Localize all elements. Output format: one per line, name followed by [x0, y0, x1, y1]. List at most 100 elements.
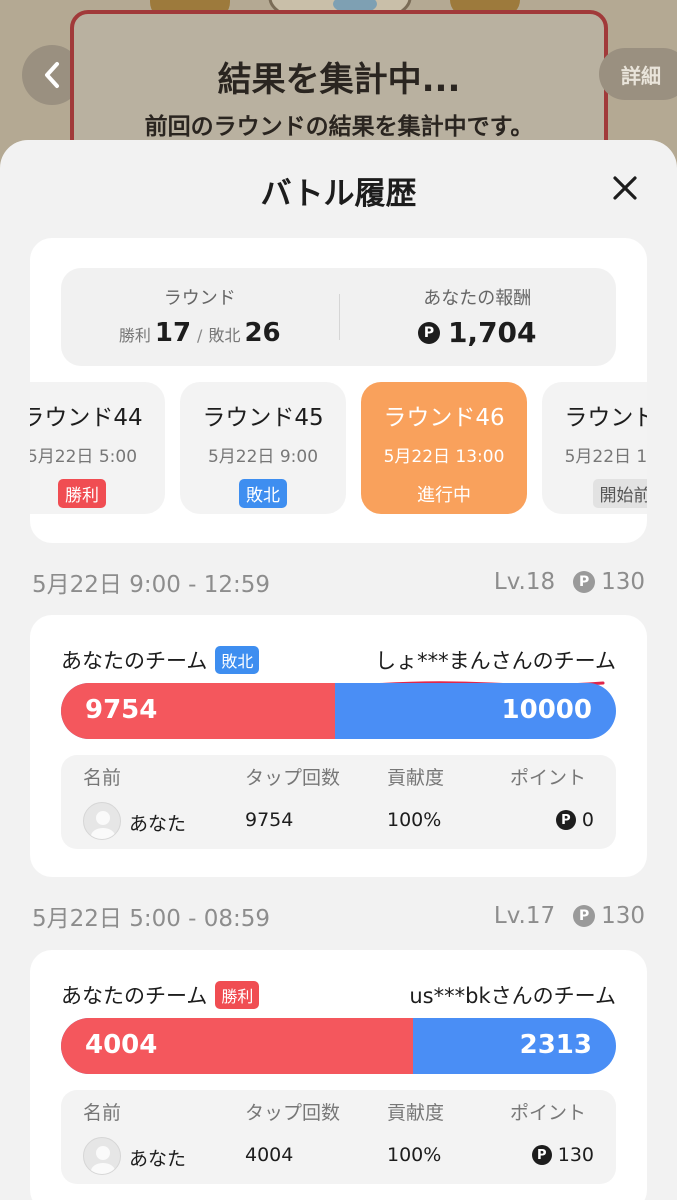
teams-row: あなたのチーム 勝利 us***bkさんのチーム	[61, 980, 616, 1010]
my-score: 4004	[85, 1030, 158, 1060]
point-coin-icon: P	[573, 905, 596, 927]
round-status-badge: 勝利	[58, 479, 106, 508]
column-header: ポイント	[510, 767, 587, 789]
battle-history-sheet: バトル履歴 ラウンド 勝利 17 / 敗北 26 あなたの報酬 P 1,704 …	[0, 140, 677, 1200]
battle-card: あなたのチーム 敗北 しょ***まんさんのチーム 9754 10000 名前 タ…	[30, 615, 647, 877]
reward-row: P 1,704	[339, 316, 617, 349]
stats-box: ラウンド 勝利 17 / 敗北 26 あなたの報酬 P 1,704	[61, 268, 616, 366]
user-silhouette-icon	[91, 811, 115, 839]
record-separator: /	[197, 326, 203, 345]
column-header: タップ回数	[245, 1102, 341, 1124]
battle-level: Lv.18	[493, 569, 556, 595]
round-name: ラウンド47	[564, 405, 647, 431]
battle-points: P 130	[573, 569, 645, 595]
chevron-left-icon	[45, 62, 59, 88]
my-team-label: あなたのチーム	[61, 649, 208, 673]
sheet-title: バトル履歴	[260, 176, 417, 212]
member-taps: 9754	[245, 809, 294, 831]
round-status-badge: 開始前	[592, 479, 647, 508]
round-name: ラウンド45	[202, 405, 324, 431]
member-name: あなた	[129, 1148, 187, 1170]
teams-row: あなたのチーム 敗北 しょ***まんさんのチーム	[61, 645, 616, 687]
detail-button[interactable]: 詳細	[599, 48, 677, 100]
round-date: 5月22日 5:00	[30, 447, 138, 467]
round-status-badge: 進行中	[417, 485, 471, 506]
battle-header: 5月22日 5:00 - 08:59 Lv.17 P 130	[32, 898, 645, 934]
lose-label: 敗北	[208, 326, 241, 345]
battle-level: Lv.17	[493, 903, 556, 929]
my-team-label: あなたのチーム	[61, 984, 208, 1008]
battle-card: あなたのチーム 勝利 us***bkさんのチーム 4004 2313 名前 タッ…	[30, 950, 647, 1200]
round-status-badge: 敗北	[239, 479, 287, 508]
column-header: 名前	[83, 767, 122, 789]
result-badge: 敗北	[215, 646, 260, 674]
win-lose-record: 勝利 17 / 敗北 26	[61, 318, 339, 348]
my-team: あなたのチーム 敗北	[61, 645, 260, 675]
opponent-score: 2313	[519, 1030, 592, 1060]
opponent-team: しょ***まんさんのチーム	[371, 645, 616, 687]
point-coin-icon: P	[531, 1145, 552, 1165]
reward-summary: あなたの報酬 P 1,704	[338, 268, 617, 366]
summary-card: ラウンド 勝利 17 / 敗北 26 あなたの報酬 P 1,704 ラウンド44…	[30, 238, 647, 543]
lose-count: 26	[244, 318, 281, 348]
sheet-header: バトル履歴	[0, 140, 677, 236]
member-points-value: 130	[557, 1144, 594, 1166]
avatar	[83, 1137, 121, 1175]
member-contribution: 100%	[387, 1144, 442, 1166]
my-score: 9754	[85, 695, 158, 725]
win-label: 勝利	[118, 326, 151, 345]
close-button[interactable]	[607, 170, 643, 206]
battle-points-value: 130	[601, 903, 645, 929]
round-card-46[interactable]: ラウンド46 5月22日 13:00 進行中	[361, 382, 527, 514]
round-name: ラウンド46	[383, 405, 505, 431]
member-stats-table: 名前 タップ回数 貢献度 ポイント あなた 9754 100% P 0	[61, 755, 616, 849]
round-record: ラウンド 勝利 17 / 敗北 26	[61, 268, 339, 366]
column-header: 貢献度	[387, 1102, 445, 1124]
round-name: ラウンド44	[30, 405, 143, 431]
round-card-45[interactable]: ラウンド45 5月22日 9:00 敗北	[180, 382, 346, 514]
column-header: 貢献度	[387, 767, 445, 789]
member-stats-table: 名前 タップ回数 貢献度 ポイント あなた 4004 100% P 130	[61, 1090, 616, 1184]
battle-meta: Lv.17 P 130	[494, 903, 645, 929]
round-label: ラウンド	[163, 288, 236, 309]
round-date: 5月22日 13:00	[383, 447, 505, 467]
round-date: 5月22日 17:00	[564, 447, 647, 467]
column-header: タップ回数	[245, 767, 341, 789]
member-points: P 130	[531, 1144, 594, 1166]
reward-value: 1,704	[447, 316, 537, 349]
battle-points: P 130	[573, 903, 645, 929]
my-team: あなたのチーム 勝利	[61, 980, 260, 1010]
column-header: ポイント	[510, 1102, 587, 1124]
notice-title: 結果を集計中...	[217, 60, 461, 100]
battle-points-value: 130	[601, 569, 645, 595]
member-taps: 4004	[245, 1144, 294, 1166]
reward-label: あなたの報酬	[423, 288, 532, 309]
opponent-score: 10000	[501, 695, 592, 725]
column-header: 名前	[83, 1102, 122, 1124]
score-bar: 9754 10000	[61, 683, 616, 739]
opponent-team-label: しょ***まんさんのチーム	[375, 649, 616, 673]
point-coin-icon: P	[573, 571, 596, 593]
round-card-44[interactable]: ラウンド44 5月22日 5:00 勝利	[30, 382, 165, 514]
close-icon	[613, 176, 637, 200]
user-silhouette-icon	[91, 1146, 115, 1174]
battle-meta: Lv.18 P 130	[494, 569, 645, 595]
round-card-47[interactable]: ラウンド47 5月22日 17:00 開始前	[542, 382, 647, 514]
round-date: 5月22日 9:00	[207, 447, 319, 467]
battle-time-range: 5月22日 5:00 - 08:59	[32, 906, 271, 932]
notice-subtitle: 前回のラウンドの結果を集計中です。	[144, 114, 534, 140]
member-points-value: 0	[581, 809, 594, 831]
battle-time-range: 5月22日 9:00 - 12:59	[32, 572, 271, 598]
avatar	[83, 802, 121, 840]
result-badge: 勝利	[215, 981, 260, 1009]
opponent-team-label: us***bkさんのチーム	[409, 984, 616, 1008]
win-count: 17	[154, 318, 192, 348]
round-selector[interactable]: ラウンド44 5月22日 5:00 勝利 ラウンド45 5月22日 9:00 敗…	[30, 382, 647, 514]
member-points: P 0	[555, 809, 594, 831]
score-bar: 4004 2313	[61, 1018, 616, 1074]
point-coin-icon: P	[555, 810, 576, 830]
opponent-team: us***bkさんのチーム	[409, 980, 616, 1010]
member-name: あなた	[129, 813, 187, 835]
member-contribution: 100%	[387, 809, 442, 831]
battle-header: 5月22日 9:00 - 12:59 Lv.18 P 130	[32, 564, 645, 600]
